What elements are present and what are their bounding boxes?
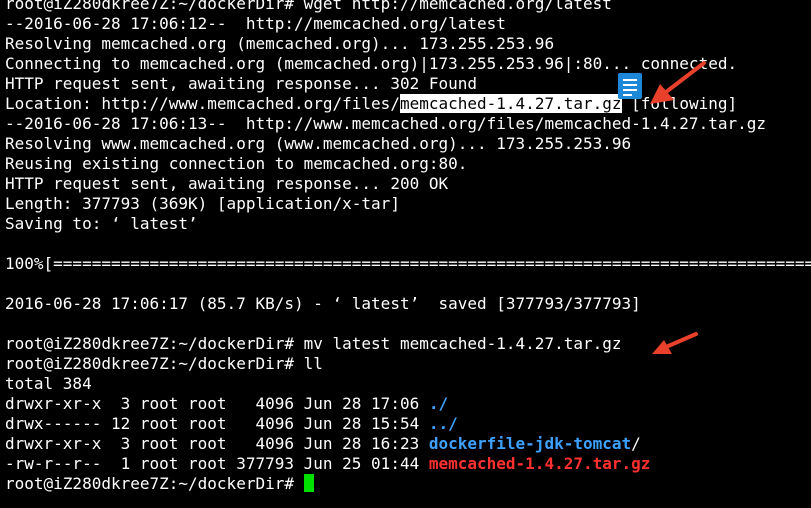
listing-info: drwxr-xr-x 3 root root 4096 Jun 28 16:23 bbox=[5, 434, 429, 453]
terminal-line: Connecting to memcached.org (memcached.o… bbox=[5, 54, 738, 73]
terminal-line: total 384 bbox=[5, 374, 92, 393]
listing-name: ../ bbox=[428, 414, 458, 433]
terminal-line: HTTP request sent, awaiting response... … bbox=[5, 74, 478, 93]
terminal-line: --2016-06-28 17:06:12-- http://memcached… bbox=[5, 14, 506, 33]
listing-dir-name: dockerfile-jdk-tomcat bbox=[428, 434, 632, 453]
highlighted-filename[interactable]: memcached-1.4.27.tar.gz bbox=[399, 94, 622, 113]
listing-name: ./ bbox=[428, 394, 449, 413]
listing-info: drwxr-xr-x 3 root root 4096 Jun 28 17:06 bbox=[5, 394, 429, 413]
terminal-line: Reusing existing connection to memcached… bbox=[5, 154, 468, 173]
listing-archive-name: memcached-1.4.27.tar.gz bbox=[428, 454, 651, 473]
listing-row: drwxr-xr-x 3 root root 4096 Jun 28 16:23… bbox=[5, 434, 811, 454]
terminal-line: --2016-06-28 17:06:13-- http://www.memca… bbox=[5, 114, 766, 133]
terminal-line: root@iZ280dkree7Z:~/dockerDir# wget http… bbox=[5, 0, 612, 13]
location-line: Location: http://www.memcached.org/files… bbox=[5, 94, 811, 114]
terminal-line: HTTP request sent, awaiting response... … bbox=[5, 174, 449, 193]
terminal-cursor[interactable] bbox=[303, 474, 314, 492]
prompt-line[interactable]: root@iZ280dkree7Z:~/dockerDir# bbox=[5, 474, 811, 494]
terminal-line: root@iZ280dkree7Z:~/dockerDir# ll bbox=[5, 354, 323, 373]
shell-prompt: root@iZ280dkree7Z:~/dockerDir# bbox=[5, 474, 304, 493]
terminal-line: Resolving memcached.org (memcached.org).… bbox=[5, 34, 555, 53]
terminal-line: 2016-06-28 17:06:17 (85.7 KB/s) - ‘ late… bbox=[5, 294, 641, 313]
listing-info: drwx------ 12 root root 4096 Jun 28 15:5… bbox=[5, 414, 429, 433]
listing-dir-slash: / bbox=[631, 434, 641, 453]
location-suffix: [following] bbox=[621, 94, 738, 113]
listing-row: drwx------ 12 root root 4096 Jun 28 15:5… bbox=[5, 414, 811, 434]
listing-info: -rw-r--r-- 1 root root 377793 Jun 25 01:… bbox=[5, 454, 429, 473]
progress-bar-line: 100%[===================================… bbox=[5, 254, 811, 273]
terminal-line: Length: 377793 (369K) [application/x-tar… bbox=[5, 194, 400, 213]
terminal-line: Resolving www.memcached.org (www.memcach… bbox=[5, 134, 632, 153]
listing-row: drwxr-xr-x 3 root root 4096 Jun 28 17:06… bbox=[5, 394, 811, 414]
terminal-line: root@iZ280dkree7Z:~/dockerDir# mv latest… bbox=[5, 334, 622, 353]
terminal-line: Saving to: ‘ latest’ bbox=[5, 214, 198, 233]
location-prefix: Location: http://www.memcached.org/files… bbox=[5, 94, 400, 113]
terminal-window[interactable]: root@iZ280dkree7Z:~/dockerDir# wget http… bbox=[5, 0, 811, 508]
listing-row: -rw-r--r-- 1 root root 377793 Jun 25 01:… bbox=[5, 454, 811, 474]
